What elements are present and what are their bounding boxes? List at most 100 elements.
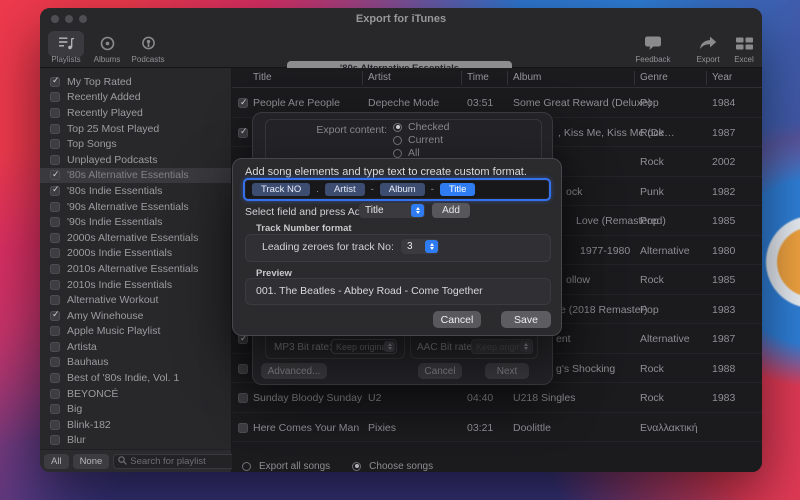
playlist-checkbox[interactable] bbox=[50, 232, 60, 243]
playlist-checkbox[interactable] bbox=[50, 248, 60, 259]
sidebar-item-apple-music-playlist[interactable]: Apple Music Playlist bbox=[40, 324, 231, 340]
column-header-album[interactable]: Album bbox=[513, 72, 541, 83]
sidebar-item-beyonce[interactable]: BEYONCÉ bbox=[40, 386, 231, 402]
playlist-checkbox[interactable] bbox=[50, 404, 60, 415]
playlist-checkbox[interactable] bbox=[50, 341, 60, 352]
podcasts-button[interactable]: Podcasts bbox=[126, 32, 170, 64]
radio-checked[interactable]: Checked bbox=[393, 121, 449, 133]
playlist-checkbox[interactable] bbox=[50, 123, 60, 134]
playlist-checkbox[interactable] bbox=[50, 419, 60, 430]
column-header-time[interactable]: Time bbox=[467, 72, 489, 83]
sidebar-item-2010s-indie-essentials[interactable]: 2010s Indie Essentials bbox=[40, 277, 231, 293]
sidebar-item-90s-alternative-essentials[interactable]: '90s Alternative Essentials bbox=[40, 199, 231, 215]
choose-songs-radio[interactable] bbox=[352, 461, 362, 471]
token-album[interactable]: Album bbox=[379, 183, 425, 196]
current-radio[interactable] bbox=[393, 135, 402, 145]
column-header-year[interactable]: Year bbox=[712, 72, 732, 83]
sidebar-item-amy-winehouse[interactable]: Amy Winehouse bbox=[40, 308, 231, 324]
playlist-checkbox[interactable] bbox=[50, 309, 60, 321]
cell-year: 1983 bbox=[712, 392, 736, 404]
sidebar-item-blur[interactable]: Blur bbox=[40, 433, 231, 449]
excel-button[interactable]: Excel bbox=[727, 32, 761, 64]
sidebar-item-recently-added[interactable]: Recently Added bbox=[40, 90, 231, 106]
token-separator[interactable]: . bbox=[316, 184, 319, 195]
token-title[interactable]: Title bbox=[439, 183, 476, 196]
export-cancel-button[interactable]: Cancel bbox=[418, 363, 462, 379]
advanced-button[interactable]: Advanced... bbox=[261, 363, 327, 379]
song-checkbox[interactable] bbox=[238, 363, 248, 374]
sidebar-item-artista[interactable]: Artista bbox=[40, 339, 231, 355]
playlist-checkbox[interactable] bbox=[50, 217, 60, 228]
format-token-field[interactable]: Track NO . Artist - Album - Title bbox=[245, 180, 549, 199]
sidebar-item-80s-indie-essentials[interactable]: '80s Indie Essentials bbox=[40, 183, 231, 199]
column-header-artist[interactable]: Artist bbox=[368, 72, 391, 83]
column-header-title[interactable]: Title bbox=[253, 72, 272, 83]
sidebar-item-top-25-most-played[interactable]: Top 25 Most Played bbox=[40, 121, 231, 137]
playlist-checkbox[interactable] bbox=[50, 92, 60, 103]
cell-genre: Rock bbox=[640, 362, 664, 375]
song-checkbox[interactable] bbox=[238, 422, 248, 433]
export-all-songs-radio[interactable] bbox=[242, 461, 251, 471]
song-checkbox[interactable] bbox=[238, 126, 248, 138]
token-artist[interactable]: Artist bbox=[324, 183, 365, 196]
select-none-button[interactable]: None bbox=[72, 453, 110, 469]
token-track-no[interactable]: Track NO bbox=[252, 183, 311, 196]
column-header-genre[interactable]: Genre bbox=[640, 72, 668, 83]
playlist-checkbox[interactable] bbox=[50, 263, 60, 274]
sidebar-item-blink-182[interactable]: Blink-182 bbox=[40, 417, 231, 433]
sidebar-item-bauhaus[interactable]: Bauhaus bbox=[40, 355, 231, 371]
playlists-button[interactable]: Playlists bbox=[46, 31, 86, 64]
field-popup[interactable]: Title bbox=[359, 203, 425, 218]
add-button[interactable]: Add bbox=[432, 203, 470, 218]
title-bar[interactable]: Export for iTunes bbox=[40, 8, 762, 30]
sidebar-item-best-of-80s-indie[interactable]: Best of '80s Indie, Vol. 1 bbox=[40, 370, 231, 386]
sidebar-item-unplayed-podcasts[interactable]: Unplayed Podcasts bbox=[40, 152, 231, 168]
playlist-checkbox[interactable] bbox=[50, 373, 60, 384]
sidebar-item-2010s-alternative-essentials[interactable]: 2010s Alternative Essentials bbox=[40, 261, 231, 277]
save-button[interactable]: Save bbox=[501, 311, 551, 328]
leading-zeroes-popup[interactable]: 3 bbox=[401, 239, 439, 254]
playlist-checkbox[interactable] bbox=[50, 154, 60, 165]
sidebar-item-80s-alternative-essentials[interactable]: '80s Alternative Essentials bbox=[40, 167, 231, 184]
playlist-checkbox[interactable] bbox=[50, 107, 60, 118]
format-cancel-button[interactable]: Cancel bbox=[433, 311, 481, 328]
playlist-checkbox[interactable] bbox=[50, 388, 60, 399]
sidebar-item-90s-indie-essentials[interactable]: '90s Indie Essentials bbox=[40, 214, 231, 230]
playlist-checkbox[interactable] bbox=[50, 169, 60, 181]
mp3-bitrate-popup[interactable]: Keep original bbox=[331, 339, 397, 354]
feedback-icon bbox=[631, 32, 675, 54]
sidebar-item-my-top-rated[interactable]: My Top Rated bbox=[40, 74, 231, 90]
playlist-checkbox[interactable] bbox=[50, 201, 60, 212]
sidebar-item-recently-played[interactable]: Recently Played bbox=[40, 105, 231, 121]
token-separator[interactable]: - bbox=[371, 184, 374, 195]
token-separator[interactable]: - bbox=[431, 184, 434, 195]
playlist-checkbox[interactable] bbox=[50, 295, 60, 306]
checked-radio[interactable] bbox=[393, 122, 402, 132]
aac-bitrate-popup[interactable]: Keep original bbox=[471, 339, 533, 354]
feedback-button[interactable]: Feedback bbox=[631, 32, 675, 64]
albums-button[interactable]: Albums bbox=[88, 32, 126, 64]
sidebar-item-2000s-alternative-essentials[interactable]: 2000s Alternative Essentials bbox=[40, 230, 231, 246]
song-checkbox[interactable] bbox=[238, 393, 248, 403]
playlist-checkbox[interactable] bbox=[50, 435, 60, 446]
sidebar-item-top-songs[interactable]: Top Songs bbox=[40, 136, 231, 152]
all-radio[interactable] bbox=[393, 148, 402, 158]
search-icon bbox=[118, 452, 128, 470]
sidebar-item-big[interactable]: Big bbox=[40, 401, 231, 417]
export-button[interactable]: Export bbox=[690, 32, 726, 64]
table-row[interactable]: Here Comes Your Man Pixies 03:21 Doolitt… bbox=[232, 413, 762, 442]
playlist-checkbox[interactable] bbox=[50, 184, 60, 196]
select-all-button[interactable]: All bbox=[44, 453, 69, 469]
radio-current[interactable]: Current bbox=[393, 134, 443, 146]
table-row[interactable]: Sunday Bloody Sunday U2 04:40 U218 Singl… bbox=[232, 383, 762, 413]
sidebar-item-2000s-indie-essentials[interactable]: 2000s Indie Essentials bbox=[40, 246, 231, 262]
playlist-checkbox[interactable] bbox=[50, 139, 60, 150]
playlist-checkbox[interactable] bbox=[50, 326, 60, 337]
next-button[interactable]: Next bbox=[485, 363, 529, 379]
playlist-checkbox[interactable] bbox=[50, 75, 60, 87]
song-checkbox[interactable] bbox=[238, 97, 248, 108]
sidebar-item-alternative-workout[interactable]: Alternative Workout bbox=[40, 292, 231, 308]
playlist-checkbox[interactable] bbox=[50, 279, 60, 290]
playlist-checkbox[interactable] bbox=[50, 357, 60, 368]
cell-title: Here Comes Your Man bbox=[253, 421, 360, 434]
